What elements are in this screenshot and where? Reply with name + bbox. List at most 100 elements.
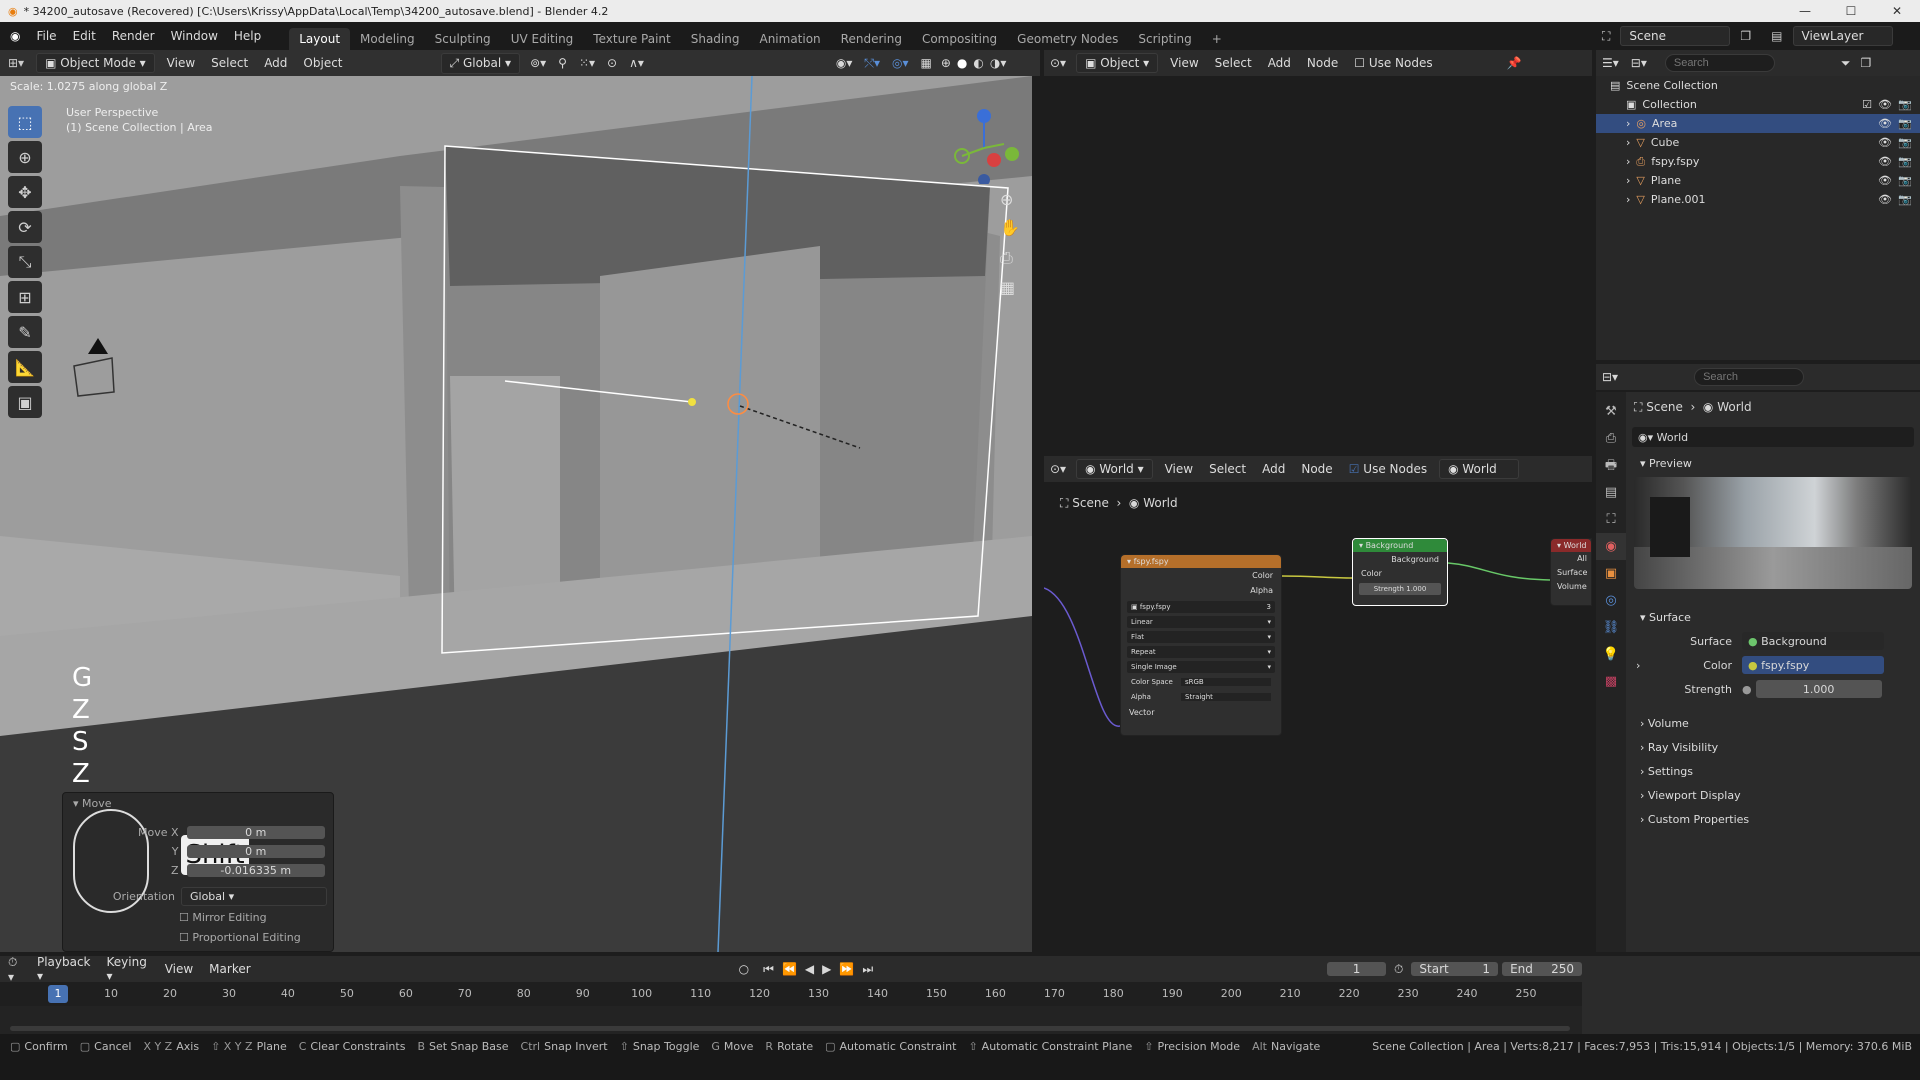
camera-view-icon[interactable]: ⎙ — [1000, 248, 1013, 268]
world-datablock[interactable]: ◉▾ World — [1632, 427, 1914, 447]
playhead[interactable]: 1 — [48, 985, 68, 1003]
image-selector[interactable]: ▣ fspy.fspy 3 — [1127, 601, 1275, 613]
image-color-output[interactable]: Color — [1121, 568, 1273, 583]
properties-type-icon[interactable]: ⊟▾ — [1596, 370, 1624, 384]
viewport-menu-view[interactable]: View — [159, 56, 203, 70]
view-layer-tab-icon[interactable]: ▤ — [1596, 479, 1626, 506]
scene-selector[interactable]: Scene — [1620, 26, 1731, 46]
rotate-tool-icon[interactable]: ⟳ — [8, 211, 42, 243]
add-cube-tool-icon[interactable]: ▣ — [8, 386, 42, 418]
properties-search-input[interactable] — [1694, 368, 1805, 386]
color-input-selector[interactable]: ● fspy.fspy — [1742, 656, 1884, 674]
current-frame-field[interactable]: 1 — [1327, 962, 1387, 976]
timeline-type-icon[interactable]: ⏱▾ — [0, 955, 29, 984]
proportional-icon[interactable]: ⊙ — [601, 56, 623, 70]
jump-prev-key-icon[interactable]: ⏪ — [778, 962, 801, 976]
rendered-shading-icon[interactable]: ◑▾ — [987, 56, 1010, 70]
move-orientation-dropdown[interactable]: Global ▾ — [181, 887, 327, 906]
constraints-tab-icon[interactable]: ⛓ — [1596, 614, 1626, 641]
collection-visibility-icon[interactable]: 👁 — [1878, 98, 1892, 111]
cube-render-icon[interactable]: 📷 — [1898, 136, 1912, 149]
settings-panel-header[interactable]: › Settings — [1626, 759, 1920, 783]
outliner-search-input[interactable] — [1664, 54, 1775, 72]
tab-rendering[interactable]: Rendering — [831, 28, 912, 50]
viewport-menu-select[interactable]: Select — [203, 56, 256, 70]
tab-geometry-nodes[interactable]: Geometry Nodes — [1007, 28, 1128, 50]
falloff-icon[interactable]: ∧▾ — [623, 56, 650, 70]
outliner-scene-collection[interactable]: ▤ Scene Collection — [1596, 76, 1920, 95]
collection-render-icon[interactable]: 📷 — [1898, 98, 1912, 111]
timeline-menu-view[interactable]: View — [157, 962, 201, 976]
timeline-menu-keying[interactable]: Keying ▾ — [99, 955, 157, 983]
world-datablock-field[interactable]: ◉ World — [1439, 459, 1520, 479]
strength-field[interactable]: Strength 1.000 — [1359, 583, 1441, 595]
world-surface-input[interactable]: Surface — [1551, 566, 1591, 580]
object-node-canvas[interactable] — [1044, 76, 1592, 448]
jump-start-icon[interactable]: ⏮ — [759, 962, 778, 977]
world-node-editor-type-icon[interactable]: ⊙▾ — [1044, 462, 1072, 476]
material-shading-icon[interactable]: ◐ — [970, 56, 986, 70]
custom-properties-panel-header[interactable]: › Custom Properties — [1626, 807, 1920, 831]
tab-shading[interactable]: Shading — [681, 28, 750, 50]
world-node-menu-add[interactable]: Add — [1254, 462, 1293, 476]
object-tab-icon[interactable]: ▣ — [1596, 560, 1626, 587]
outliner-item-fspy[interactable]: › ⎙ fspy.fspy 👁 📷 — [1596, 152, 1920, 171]
annotate-tool-icon[interactable]: ✎ — [8, 316, 42, 348]
tab-uv-editing[interactable]: UV Editing — [501, 28, 584, 50]
solid-shading-icon[interactable]: ● — [954, 56, 970, 70]
editor-type-icon[interactable]: ⊞▾ — [0, 56, 32, 70]
select-box-tool-icon[interactable]: ⬚ — [8, 106, 42, 138]
top-node-menu-select[interactable]: Select — [1207, 56, 1260, 70]
preview-range-icon[interactable]: ⏱ — [1386, 962, 1411, 977]
outliner-collection[interactable]: ▣ Collection ☑ 👁 📷 — [1596, 95, 1920, 114]
tab-texture-paint[interactable]: Texture Paint — [583, 28, 680, 50]
tab-sculpting[interactable]: Sculpting — [425, 28, 501, 50]
proportional-editing-checkbox[interactable]: ☐ Proportional Editing — [179, 931, 301, 951]
viewport-menu-object[interactable]: Object — [295, 56, 350, 70]
new-collection-icon[interactable]: ❐ — [1856, 56, 1875, 70]
move-tool-icon[interactable]: ✥ — [8, 176, 42, 208]
tab-modeling[interactable]: Modeling — [350, 28, 425, 50]
outliner-item-plane001[interactable]: › ▽ Plane.001 👁 📷 — [1596, 190, 1920, 209]
gizmo-icon[interactable]: ⤲▾ — [858, 56, 886, 71]
image-vector-input[interactable]: Vector — [1121, 706, 1281, 720]
image-node-header[interactable]: ▾ fspy.fspy — [1121, 555, 1281, 568]
view-layer-selector[interactable]: ViewLayer — [1792, 26, 1893, 46]
top-node-menu-view[interactable]: View — [1162, 56, 1206, 70]
colorspace-dropdown[interactable]: Color Space sRGB — [1127, 676, 1275, 688]
ortho-toggle-icon[interactable]: ▦ — [1000, 278, 1015, 297]
background-node-header[interactable]: ▾ Background — [1353, 539, 1447, 552]
start-frame-field[interactable]: Start 1 — [1411, 962, 1499, 976]
top-node-menu-node[interactable]: Node — [1299, 56, 1346, 70]
top-node-menu-add[interactable]: Add — [1260, 56, 1299, 70]
jump-next-key-icon[interactable]: ⏩ — [835, 962, 858, 976]
scene-tab-icon[interactable]: ⛶ — [1596, 506, 1626, 533]
blender-menu-icon[interactable]: ◉ — [0, 29, 28, 43]
scale-tool-icon[interactable]: ⤡ — [8, 246, 42, 278]
expand-cube-icon[interactable]: › — [1626, 136, 1630, 149]
3d-viewport[interactable]: Scale: 1.0275 along global Z User Perspe… — [0, 76, 1032, 952]
volume-panel-header[interactable]: › Volume — [1626, 711, 1920, 735]
menu-edit[interactable]: Edit — [65, 29, 104, 43]
menu-window[interactable]: Window — [163, 29, 226, 43]
tab-scripting[interactable]: Scripting — [1128, 28, 1201, 50]
zoom-icon[interactable]: ⊕ — [1000, 190, 1013, 209]
menu-help[interactable]: Help — [226, 29, 269, 43]
node-editor-type-icon[interactable]: ⊙▾ — [1044, 56, 1072, 70]
data-tab-icon[interactable]: 💡 — [1596, 641, 1626, 668]
world-output-target[interactable]: All — [1551, 552, 1591, 566]
background-node[interactable]: ▾ Background Background Color Strength 1… — [1352, 538, 1448, 606]
alpha-mode-dropdown[interactable]: Alpha Straight — [1127, 691, 1275, 703]
tab-layout[interactable]: Layout — [289, 28, 351, 50]
minimize-button[interactable]: — — [1782, 0, 1828, 22]
new-scene-icon[interactable]: ❐ — [1734, 29, 1757, 43]
interpolation-dropdown[interactable]: Linear ▾ — [1127, 616, 1275, 628]
outliner-item-cube[interactable]: › ▽ Cube 👁 📷 — [1596, 133, 1920, 152]
image-texture-node[interactable]: ▾ fspy.fspy Color Alpha ▣ fspy.fspy 3 Lin… — [1120, 554, 1282, 736]
mode-selector[interactable]: ▣ Object Mode ▾ — [36, 53, 155, 73]
world-shader-type-dropdown[interactable]: ◉ World ▾ — [1076, 459, 1153, 479]
snap-icon[interactable]: ⚲ — [552, 56, 573, 70]
tab-compositing[interactable]: Compositing — [912, 28, 1007, 50]
menu-file[interactable]: File — [28, 29, 64, 43]
orientation-selector[interactable]: ⤢ Global ▾ — [440, 52, 521, 74]
